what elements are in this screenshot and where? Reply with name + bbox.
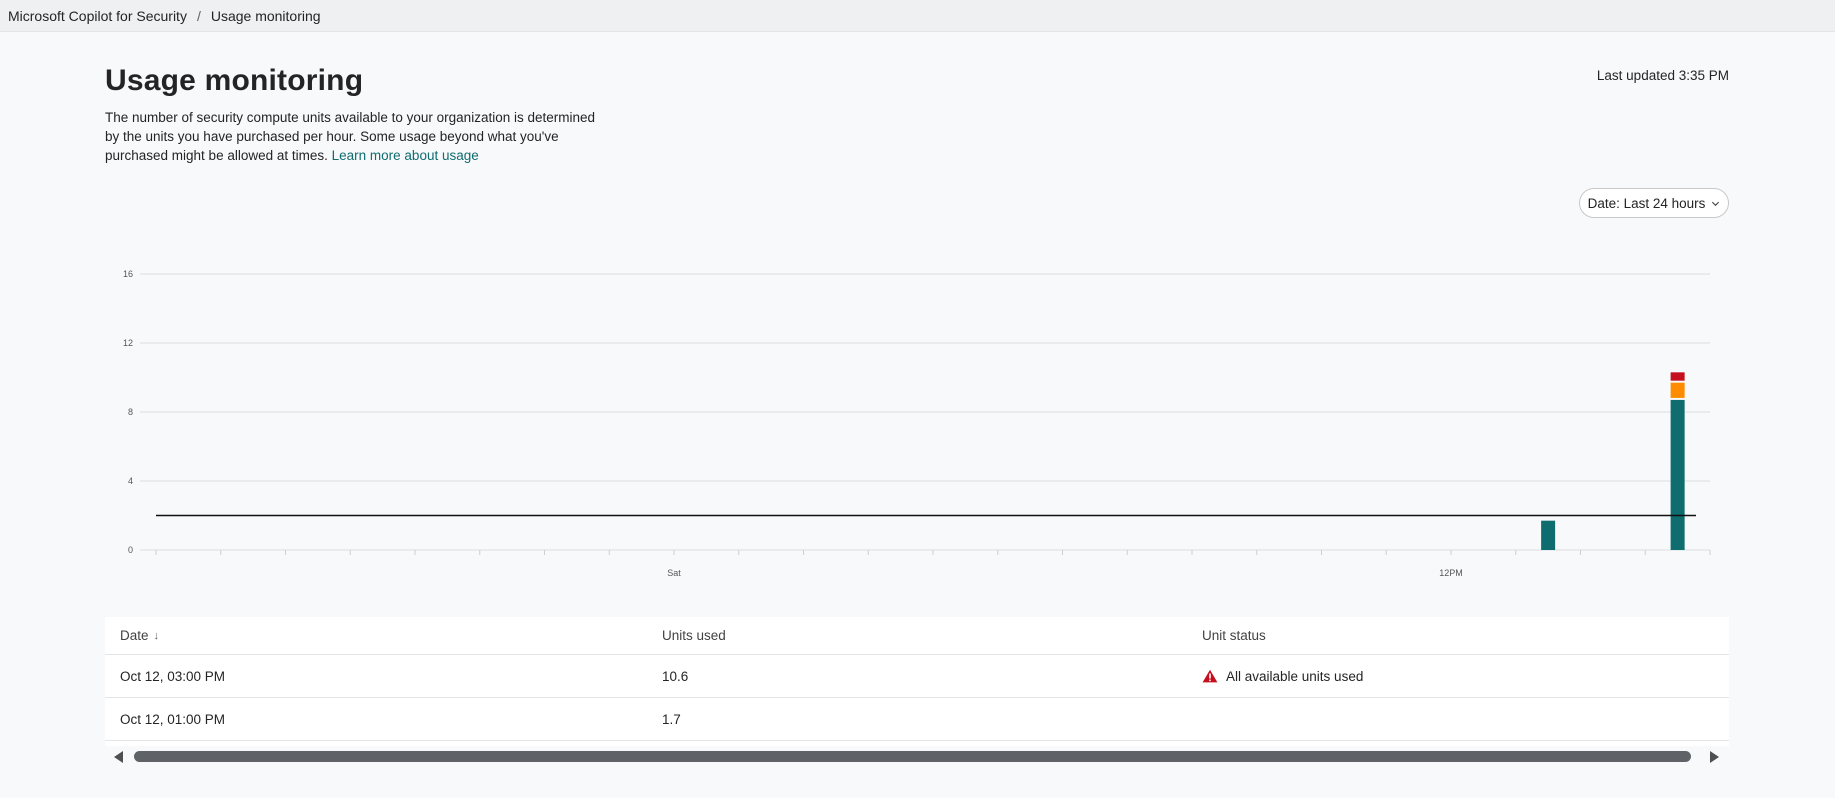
x-tick-label: Sat <box>667 568 681 578</box>
table-header-row: Date ↓ Units used Unit status <box>105 617 1729 655</box>
usage-bar-segment <box>1670 382 1685 398</box>
page-description: The number of security compute units ava… <box>105 108 595 165</box>
column-header-units[interactable]: Units used <box>662 617 726 654</box>
table-row[interactable]: Oct 12, 03:00 PM 10.6 All available unit… <box>105 655 1729 698</box>
warning-icon <box>1202 669 1218 683</box>
usage-chart: 0 4 8 12 16 Sat 12PM <box>123 269 1711 578</box>
last-updated-text: Last updated 3:35 PM <box>1596 68 1729 83</box>
column-header-status[interactable]: Unit status <box>1202 617 1266 654</box>
row-status: All available units used <box>1202 655 1363 697</box>
scroll-right-arrow-icon[interactable] <box>1710 751 1719 763</box>
sort-descending-icon: ↓ <box>153 629 160 642</box>
usage-bar-segment <box>1670 399 1685 550</box>
column-header-date[interactable]: Date ↓ <box>120 617 159 654</box>
date-filter-label: Date: Last 24 hours <box>1587 195 1706 211</box>
scrollbar-thumb[interactable] <box>134 751 1691 762</box>
usage-bar-segment <box>1670 372 1685 381</box>
row-units: 10.6 <box>662 668 689 684</box>
breadcrumb-separator: / <box>196 7 201 24</box>
y-tick-label: 0 <box>128 545 133 555</box>
y-tick-label: 8 <box>128 407 133 417</box>
row-units: 1.7 <box>662 711 681 727</box>
usage-table: Date ↓ Units used Unit status Oct 12, 03… <box>105 617 1729 746</box>
row-date: Oct 12, 03:00 PM <box>120 668 226 684</box>
breadcrumb-item-copilot[interactable]: Microsoft Copilot for Security <box>8 8 187 24</box>
row-status-text: All available units used <box>1226 668 1364 684</box>
table-row[interactable]: Oct 12, 01:00 PM 1.7 <box>105 698 1729 741</box>
learn-more-link[interactable]: Learn more about usage <box>332 148 479 163</box>
date-filter-button[interactable]: Date: Last 24 hours <box>1579 188 1729 218</box>
x-tick-label: 12PM <box>1439 568 1463 578</box>
scroll-left-arrow-icon[interactable] <box>114 751 123 763</box>
column-header-date-label: Date <box>120 628 149 643</box>
y-tick-label: 16 <box>123 269 133 279</box>
y-tick-label: 4 <box>128 476 133 486</box>
breadcrumb: Microsoft Copilot for Security / Usage m… <box>0 0 1835 32</box>
chevron-down-icon <box>1712 201 1720 206</box>
page-title: Usage monitoring <box>105 64 364 97</box>
y-tick-label: 12 <box>123 338 133 348</box>
horizontal-scrollbar[interactable] <box>105 748 1729 766</box>
breadcrumb-item-usage[interactable]: Usage monitoring <box>211 8 321 24</box>
row-date: Oct 12, 01:00 PM <box>120 711 226 727</box>
usage-bar-segment <box>1541 520 1556 550</box>
